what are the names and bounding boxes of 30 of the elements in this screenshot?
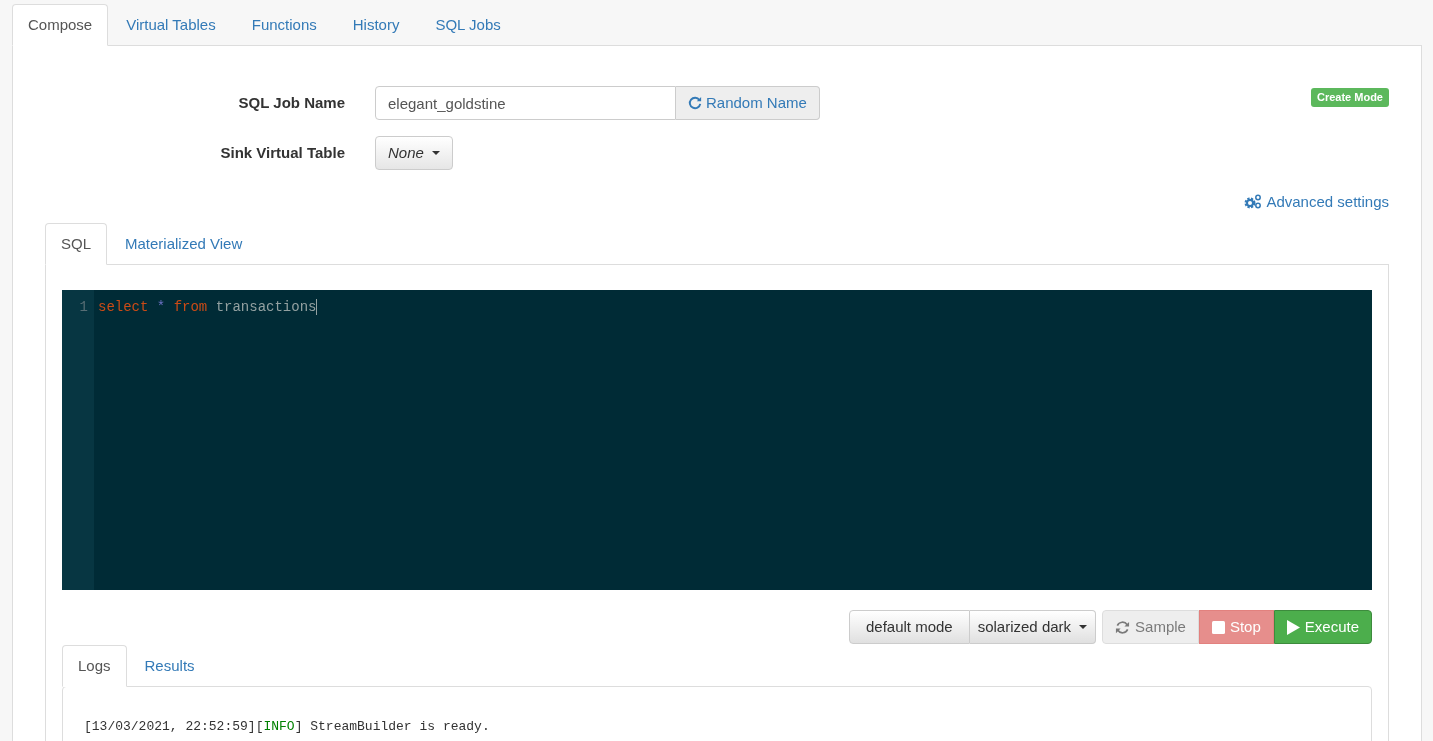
code-editor[interactable]: 1 select * from transactions <box>62 290 1372 590</box>
theme-dropdown[interactable]: solarized dark <box>969 610 1097 644</box>
log-line: [13/03/2021, 22:52:59][INFO] StreamBuilder is ready. <box>84 718 491 736</box>
line-number: 1 <box>79 299 88 315</box>
output-tab[interactable]: Logs <box>62 645 127 687</box>
editor-tab[interactable]: Materialized View <box>107 223 261 265</box>
editor-tab[interactable]: SQL <box>45 223 107 265</box>
execute-button[interactable]: Execute <box>1273 610 1372 644</box>
code-line: select * from transactions <box>98 299 318 315</box>
gears-icon <box>1244 194 1263 210</box>
main-tab[interactable]: Virtual Tables <box>108 4 234 46</box>
play-icon <box>1286 619 1300 635</box>
output-tab[interactable]: Results <box>126 645 213 687</box>
main-tab[interactable]: SQL Jobs <box>417 4 519 46</box>
main-tab[interactable]: History <box>334 4 418 46</box>
caret-icon <box>431 150 440 156</box>
main-tab[interactable]: Compose <box>12 4 109 46</box>
job-name-field[interactable]: elegant_goldstine <box>375 86 676 120</box>
advanced-settings-link[interactable]: Advanced settings <box>1244 190 1389 213</box>
stop-icon <box>1211 620 1225 634</box>
field-label: SQL Job Name <box>237 92 346 113</box>
main-tab[interactable]: Functions <box>233 4 335 46</box>
field-label: Sink Virtual Table <box>219 142 346 163</box>
caret-icon <box>1079 624 1088 630</box>
mode-button[interactable]: default mode <box>848 610 970 644</box>
refresh-icon <box>1115 619 1131 635</box>
refresh-icon <box>688 96 702 110</box>
mode-badge: Create Mode <box>1310 88 1389 107</box>
random-name-button[interactable]: Random Name <box>676 86 820 120</box>
sink-table-dropdown[interactable]: None <box>375 136 453 170</box>
